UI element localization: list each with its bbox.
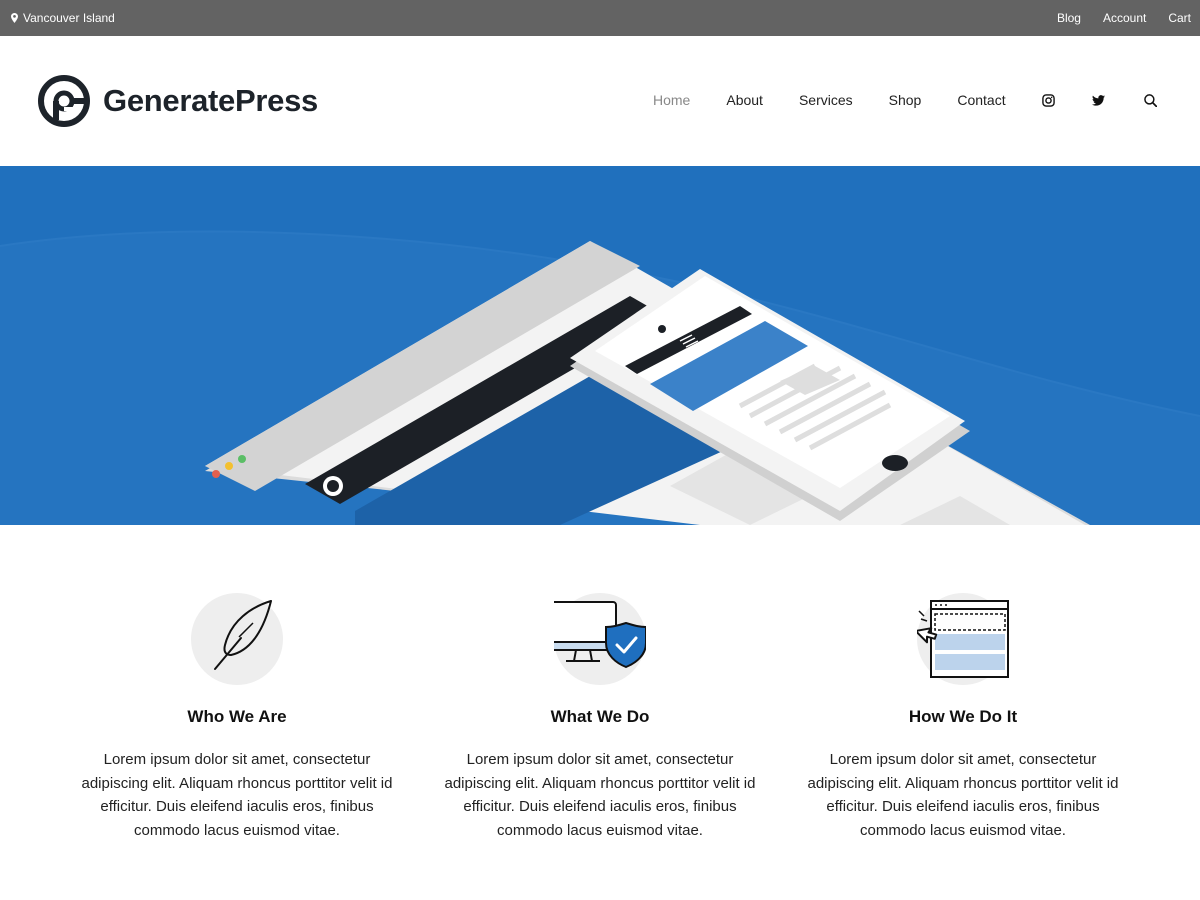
feature-who-we-are: Who We Are Lorem ipsum dolor sit amet, c… xyxy=(77,593,397,842)
monitor-shield-icon xyxy=(554,601,646,669)
feature-icon-circle xyxy=(191,593,283,685)
feature-text: Lorem ipsum dolor sit amet, consectetur … xyxy=(444,751,756,839)
top-bar: Vancouver Island Blog Account Cart xyxy=(0,0,1200,36)
feature-how-we-do-it: How We Do It Lorem ipsum dolor sit amet,… xyxy=(803,593,1123,842)
feature-text: Lorem ipsum dolor sit amet, consectetur … xyxy=(81,751,393,839)
feature-title: What We Do xyxy=(550,707,650,726)
location-label: Vancouver Island xyxy=(23,11,115,25)
site-logo[interactable]: GeneratePress xyxy=(37,74,318,128)
site-header: GeneratePress Home About Services Shop C… xyxy=(0,36,1200,166)
account-link[interactable]: Account xyxy=(1103,11,1146,25)
twitter-icon[interactable] xyxy=(1092,93,1106,107)
nav-item-home[interactable]: Home xyxy=(653,92,690,108)
nav-item-shop[interactable]: Shop xyxy=(889,92,922,108)
feature-title: Who We Are xyxy=(187,707,287,726)
features-section: Who We Are Lorem ipsum dolor sit amet, c… xyxy=(0,525,1200,900)
browser-cursor-icon xyxy=(917,600,1009,678)
hero-banner xyxy=(0,166,1200,525)
nav-item-about[interactable]: About xyxy=(726,92,763,108)
feature-title: How We Do It xyxy=(908,707,1018,726)
feature-icon-circle xyxy=(917,593,1009,685)
nav-item-services[interactable]: Services xyxy=(799,92,853,108)
top-bar-links: Blog Account Cart xyxy=(1035,11,1191,25)
feather-icon xyxy=(214,600,272,670)
search-icon[interactable] xyxy=(1144,93,1158,107)
feature-text: Lorem ipsum dolor sit amet, consectetur … xyxy=(807,751,1119,839)
map-pin-icon xyxy=(11,13,18,23)
cart-link[interactable]: Cart xyxy=(1168,11,1191,25)
feature-what-we-do: What We Do Lorem ipsum dolor sit amet, c… xyxy=(440,593,760,842)
blog-link[interactable]: Blog xyxy=(1057,11,1081,25)
instagram-icon[interactable] xyxy=(1042,93,1056,107)
hero-illustration xyxy=(0,230,1200,525)
main-navigation: Home About Services Shop Contact xyxy=(653,92,1158,108)
feature-icon-circle xyxy=(554,593,646,685)
brand-name: GeneratePress xyxy=(103,83,318,118)
location: Vancouver Island xyxy=(11,11,115,25)
nav-item-contact[interactable]: Contact xyxy=(957,92,1005,108)
generatepress-logo-icon xyxy=(38,75,90,127)
